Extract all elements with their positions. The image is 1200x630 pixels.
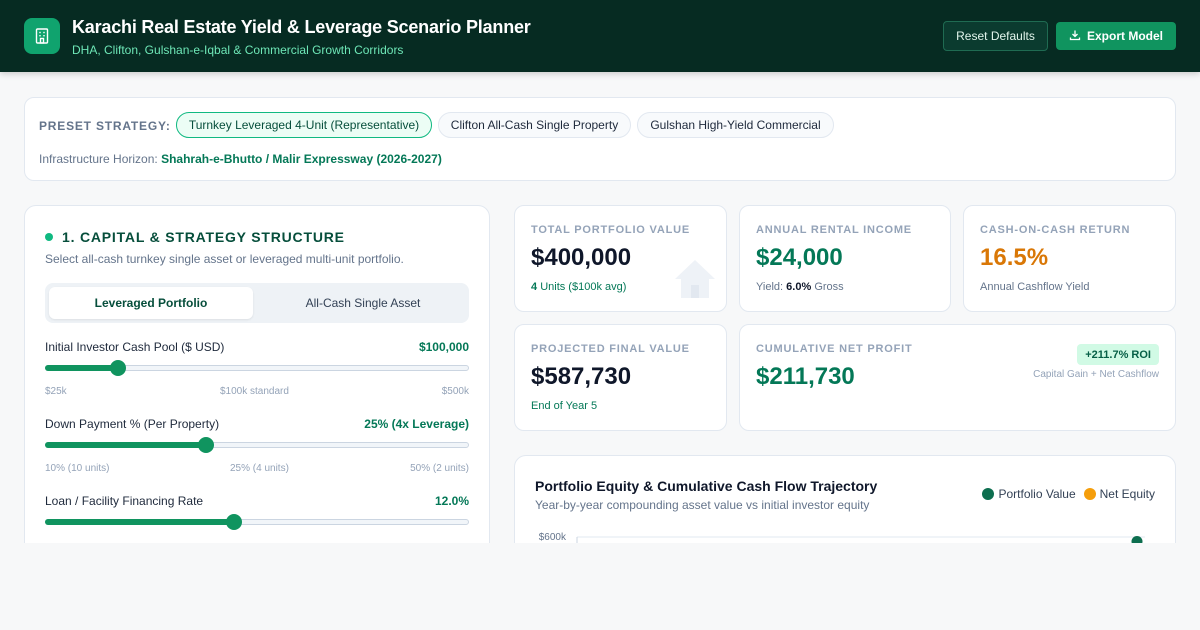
annual-rental-income-card: ANNUAL RENTAL INCOME $24,000 Yield: 6.0%… (739, 205, 951, 312)
card-value: $400,000 (531, 244, 632, 271)
financing-rate-label: Loan / Facility Financing Rate (45, 494, 204, 508)
section-dot-icon (45, 233, 53, 241)
card-label: TOTAL PORTFOLIO VALUE (531, 224, 690, 236)
app-title: Karachi Real Estate Yield & Leverage Sce… (72, 17, 531, 37)
card-label: CASH-ON-CASH RETURN (980, 224, 1131, 236)
units-text: Units ($100k avg) (540, 281, 627, 293)
slider-fill (45, 442, 207, 448)
down-payment-value: 25% (4x Leverage) (364, 417, 469, 431)
yield-value: 6.0% (786, 281, 812, 293)
card-value: $24,000 (756, 244, 843, 271)
preset-chip-gulshan-commercial[interactable]: Gulshan High-Yield Commercial (637, 112, 834, 138)
export-model-button[interactable]: Export Model (1056, 22, 1176, 50)
slider-thumb[interactable] (225, 514, 242, 530)
page-background (0, 543, 1200, 630)
roi-badge: +211.7% ROI (1077, 344, 1159, 365)
preset-chip-label: Clifton All-Cash Single Property (450, 118, 619, 132)
yield-prefix: Yield: (756, 281, 784, 293)
slider-tick-max: 50% (2 units) (410, 463, 469, 474)
slider-tick-min: 10% (10 units) (45, 463, 110, 474)
horizon-label: Infrastructure Horizon: (39, 152, 158, 166)
slider-fill (45, 365, 118, 371)
app-subtitle: DHA, Clifton, Gulshan-e-Iqbal & Commerci… (72, 43, 404, 57)
down-payment-slider[interactable] (45, 437, 469, 453)
horizon-value: Shahrah-e-Bhutto / Malir Expressway (202… (161, 152, 442, 166)
financing-rate-slider[interactable] (45, 514, 469, 530)
card-value: $211,730 (756, 363, 855, 390)
infrastructure-horizon: Infrastructure Horizon: Shahrah-e-Bhutto… (39, 152, 442, 166)
slider-fill (45, 519, 234, 525)
reset-defaults-button[interactable]: Reset Defaults (943, 21, 1048, 51)
app-header: Karachi Real Estate Yield & Leverage Sce… (0, 0, 1200, 72)
preset-chip-turnkey-leveraged[interactable]: Turnkey Leveraged 4-Unit (Representative… (176, 112, 432, 138)
yield-suffix: Gross (814, 281, 844, 293)
download-icon (1069, 29, 1081, 44)
export-model-label: Export Model (1086, 29, 1163, 43)
slider-thumb[interactable] (198, 437, 215, 453)
card-foot: Annual Cashflow Yield (980, 281, 1090, 293)
slider-tick-max: $500k (441, 386, 469, 397)
reset-defaults-label: Reset Defaults (956, 29, 1035, 43)
slider-tick-mid: 25% (4 units) (230, 463, 289, 474)
preset-chip-clifton-all-cash[interactable]: Clifton All-Cash Single Property (438, 112, 631, 138)
slider-thumb[interactable] (109, 360, 126, 376)
preset-chip-label: Turnkey Leveraged 4-Unit (Representative… (188, 118, 420, 132)
card-foot: End of Year 5 (531, 400, 598, 412)
y-tick-label: $600k (539, 532, 567, 543)
capital-structure-panel: 1. CAPITAL & STRATEGY STRUCTURE Select a… (24, 205, 490, 565)
cash-pool-slider[interactable] (45, 360, 469, 376)
card-label: CUMULATIVE NET PROFIT (756, 343, 913, 355)
card-value: 16.5% (980, 244, 1049, 271)
preset-strategy-panel: PRESET STRATEGY: Turnkey Leveraged 4-Uni… (24, 97, 1176, 181)
section-title: 1. CAPITAL & STRATEGY STRUCTURE (62, 229, 345, 245)
cash-pool-label: Initial Investor Cash Pool ($ USD) (45, 340, 225, 354)
strategy-mode-toggle: Leveraged Portfolio All-Cash Single Asse… (45, 283, 469, 323)
card-label: ANNUAL RENTAL INCOME (756, 224, 912, 236)
preset-chip-label: Gulshan High-Yield Commercial (650, 118, 821, 132)
house-icon (673, 258, 717, 305)
down-payment-label: Down Payment % (Per Property) (45, 417, 220, 431)
preset-strategy-label: PRESET STRATEGY: (39, 119, 171, 133)
total-portfolio-value-card: TOTAL PORTFOLIO VALUE $400,000 4 Units (… (514, 205, 727, 312)
projected-final-value-card: PROJECTED FINAL VALUE $587,730 End of Ye… (514, 324, 727, 431)
cash-on-cash-return-card: CASH-ON-CASH RETURN 16.5% Annual Cashflo… (963, 205, 1176, 312)
financing-rate-value: 12.0% (434, 494, 469, 508)
card-value: $587,730 (531, 363, 632, 390)
slider-tick-min: $25k (45, 386, 67, 397)
slider-tick-mid: $100k standard (220, 386, 289, 397)
card-foot: 4 Units ($100k avg) (531, 281, 626, 293)
units-count: 4 (531, 281, 538, 293)
roi-note: Capital Gain + Net Cashflow (1033, 369, 1159, 380)
cash-pool-value: $100,000 (418, 340, 469, 354)
section-subtitle: Select all-cash turnkey single asset or … (45, 252, 404, 266)
mode-all-cash-single-asset[interactable]: All-Cash Single Asset (261, 287, 465, 319)
card-foot: Yield: 6.0% Gross (756, 281, 844, 293)
mode-leveraged-portfolio[interactable]: Leveraged Portfolio (49, 287, 253, 319)
cumulative-net-profit-card: CUMULATIVE NET PROFIT $211,730 +211.7% R… (739, 324, 1176, 431)
card-label: PROJECTED FINAL VALUE (531, 343, 690, 355)
building-icon (24, 18, 60, 54)
